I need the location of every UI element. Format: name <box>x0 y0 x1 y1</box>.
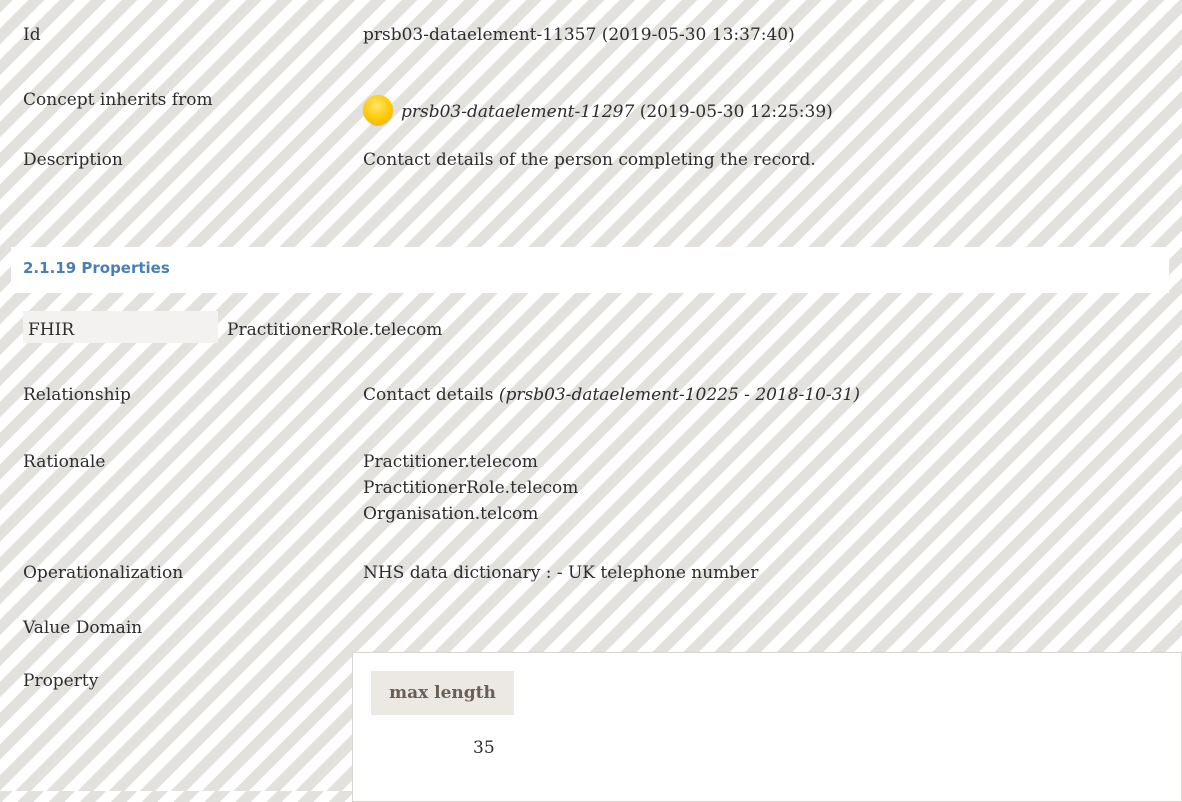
rationale-value: Practitioner.telecom PractitionerRole.te… <box>363 449 578 527</box>
fhir-label: FHIR <box>28 320 75 340</box>
description-label: Description <box>23 150 123 170</box>
inherits-label: Concept inherits from <box>23 90 213 110</box>
operationalization-value: NHS data dictionary : - UK telephone num… <box>363 563 759 583</box>
rationale-line: PractitionerRole.telecom <box>363 478 579 498</box>
properties-section-header: 2.1.19 Properties <box>11 247 1169 293</box>
inherits-date: (2019-05-30 12:25:39) <box>634 102 833 122</box>
rationale-label: Rationale <box>23 452 106 472</box>
operationalization-row: Operationalization NHS data dictionary :… <box>23 560 1182 586</box>
fhir-value: PractitionerRole.telecom <box>227 320 443 340</box>
relationship-ref[interactable]: (prsb03-dataelement-10225 - 2018-10-31) <box>499 385 860 405</box>
property-header-max-length: max length <box>371 671 514 715</box>
rationale-row: Rationale Practitioner.telecom Practitio… <box>23 449 1182 524</box>
rationale-line: Practitioner.telecom <box>363 452 538 472</box>
description-row: Description Contact details of the perso… <box>23 147 1182 173</box>
inherits-link[interactable]: prsb03-dataelement-11297 <box>401 102 634 122</box>
id-label: Id <box>23 25 41 45</box>
operationalization-label: Operationalization <box>23 563 184 583</box>
inherits-row: Concept inherits from prsb03-dataelement… <box>23 90 1182 125</box>
relationship-value: Contact details (prsb03-dataelement-1022… <box>363 382 860 408</box>
id-value: prsb03-dataelement-11357 (2019-05-30 13:… <box>363 25 795 45</box>
relationship-text: Contact details <box>363 385 499 405</box>
status-dot-icon <box>363 95 393 125</box>
relationship-label: Relationship <box>23 385 131 405</box>
rationale-line: Organisation.telcom <box>363 504 539 524</box>
property-label: Property <box>23 671 99 691</box>
value-domain-row: Value Domain <box>23 615 1182 641</box>
property-value-max-length: 35 <box>473 738 495 758</box>
value-domain-label: Value Domain <box>23 618 143 638</box>
section-title: 2.1.19 Properties <box>23 259 170 277</box>
inherits-value: prsb03-dataelement-11297 (2019-05-30 12:… <box>363 95 833 125</box>
relationship-row: Relationship Contact details (prsb03-dat… <box>23 382 1182 408</box>
id-row: Id prsb03-dataelement-11357 (2019-05-30 … <box>23 22 1182 48</box>
property-table: max length 35 <box>352 652 1182 802</box>
description-value: Contact details of the person completing… <box>363 150 816 170</box>
